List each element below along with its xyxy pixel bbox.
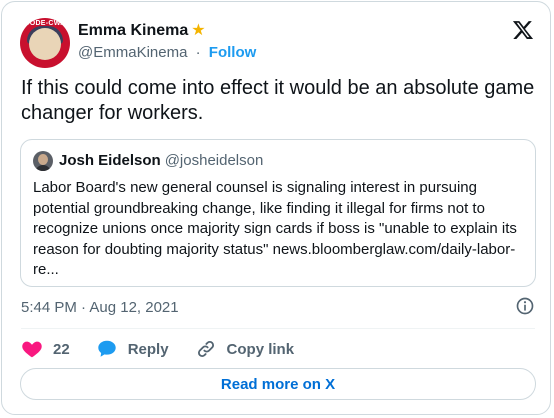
tweet-meta: 5:44 PM · Aug 12, 2021 bbox=[21, 296, 535, 318]
follow-button[interactable]: Follow bbox=[209, 44, 257, 61]
timestamp[interactable]: 5:44 PM · Aug 12, 2021 bbox=[21, 299, 179, 316]
avatar-face bbox=[38, 154, 48, 165]
author-name[interactable]: Emma Kinema bbox=[78, 22, 188, 40]
avatar-logo-text: CODE-CWA bbox=[24, 20, 66, 27]
like-count: 22 bbox=[53, 340, 70, 358]
info-icon[interactable] bbox=[515, 296, 535, 316]
author-avatar[interactable]: CODE-CWA bbox=[20, 18, 70, 68]
quoted-author-name[interactable]: Josh Eidelson bbox=[59, 152, 161, 169]
heart-icon bbox=[22, 341, 42, 358]
quoted-author-row: Josh Eidelson @josheidelson bbox=[59, 152, 263, 169]
copy-link-button[interactable]: Copy link bbox=[195, 338, 295, 360]
star-icon: ★ bbox=[191, 22, 206, 39]
quoted-tweet[interactable]: Josh Eidelson @josheidelson Labor Board's… bbox=[20, 139, 536, 287]
action-bar: 22 Reply Copy link bbox=[21, 337, 320, 361]
author-name-row: Emma Kinema ★ bbox=[78, 22, 206, 40]
copy-link-label: Copy link bbox=[226, 340, 295, 358]
avatar-face bbox=[29, 28, 61, 60]
tweet-text: If this could come into effect it would … bbox=[21, 77, 535, 124]
tweet-card: CODE-CWA Emma Kinema ★ @EmmaKinema · Fol… bbox=[1, 1, 551, 415]
quoted-author-handle[interactable]: @josheidelson bbox=[165, 152, 264, 169]
quoted-tweet-text: Labor Board's new general counsel is sig… bbox=[33, 179, 517, 278]
divider bbox=[21, 328, 535, 329]
like-button[interactable]: 22 bbox=[21, 338, 70, 360]
reply-button[interactable]: Reply bbox=[96, 338, 169, 360]
reply-bubble-icon bbox=[97, 340, 116, 357]
reply-label: Reply bbox=[127, 340, 169, 358]
avatar-shirt bbox=[35, 165, 51, 171]
author-handle-row: @EmmaKinema · Follow bbox=[78, 44, 256, 61]
link-icon bbox=[197, 340, 214, 358]
handle-separator: · bbox=[195, 44, 201, 61]
quoted-author-avatar[interactable] bbox=[33, 151, 53, 171]
x-logo-icon[interactable] bbox=[512, 19, 534, 41]
author-handle[interactable]: @EmmaKinema bbox=[78, 44, 187, 61]
read-more-button[interactable]: Read more on X bbox=[20, 368, 536, 400]
